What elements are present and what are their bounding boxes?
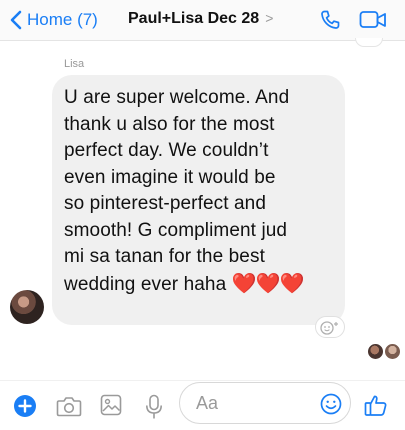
camera-button[interactable] [56,395,82,422]
add-reaction-button[interactable] [315,316,345,338]
emoji-button[interactable] [320,393,342,420]
thumbs-up-icon [364,395,387,416]
seen-avatar [367,343,384,360]
message-line: smooth! G compliment jud [64,219,288,241]
chevron-right-icon: > [265,10,274,26]
sender-name: Lisa [64,58,85,70]
conversation-title-text: Paul+Lisa Dec 28 [128,10,260,27]
avatar[interactable] [10,290,44,324]
seen-avatar [384,343,401,360]
add-reaction-icon [320,321,338,335]
message-line: so pinterest-perfect and [64,193,267,214]
conversation-header: Home (7) Paul+Lisa Dec 28 > [0,0,405,41]
chevron-left-icon [10,10,22,30]
gallery-icon [100,394,122,416]
call-button[interactable] [318,8,342,37]
message-line-text: wedding ever haha [64,273,227,295]
message-line: U are super welcome. And [64,87,290,108]
back-label: Home (7) [27,10,98,29]
gallery-button[interactable] [100,394,122,421]
message-input-placeholder: Aa [196,393,219,413]
message-line: mi sa tanan for the best [64,246,265,267]
message-line: wedding ever haha ❤️❤️❤️ [64,271,333,299]
conversation-title[interactable]: Paul+Lisa Dec 28 > [128,10,273,28]
microphone-button[interactable] [145,394,163,425]
plus-icon [14,395,36,417]
video-camera-icon [359,11,386,28]
add-button[interactable] [14,395,36,422]
previous-message-reaction [355,38,383,47]
message-input[interactable]: Aa [179,382,351,424]
video-call-button[interactable] [359,9,387,36]
hearts-emoji: ❤️❤️❤️ [231,272,305,295]
phone-icon [321,10,340,29]
microphone-icon [146,394,162,419]
message-line: thank u also for the most [64,113,275,135]
like-button[interactable] [364,393,388,422]
message-bubble[interactable]: U are super welcome. And thank u also fo… [52,75,345,325]
message-line: perfect day. We couldn’t [64,140,269,161]
back-button[interactable]: Home (7) [10,8,98,32]
message-line: even imagine it would be [64,166,276,188]
camera-icon [56,397,82,417]
emoji-icon [320,393,342,415]
